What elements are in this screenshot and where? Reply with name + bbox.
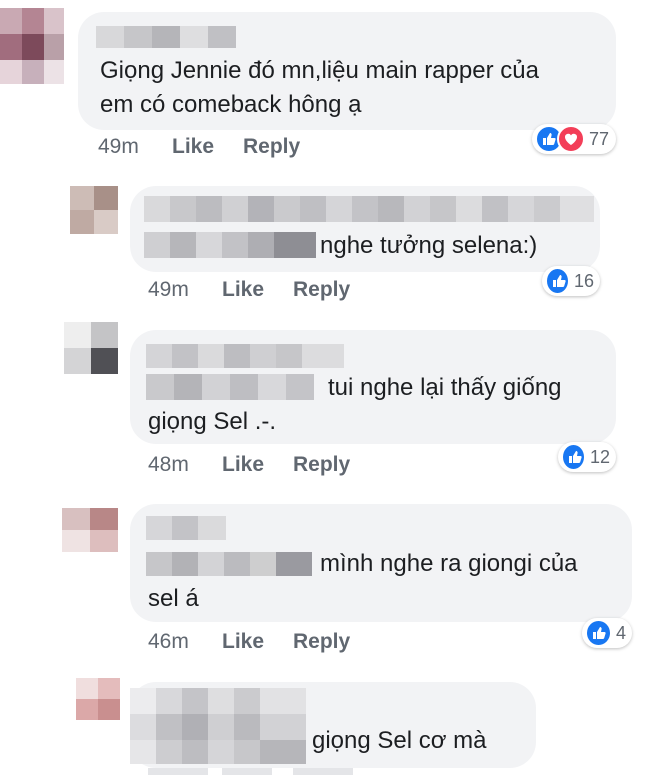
reaction-count: 4 <box>615 622 626 643</box>
reply-link[interactable]: Reply <box>243 135 300 159</box>
comment-text-line: nghe tưởng selena:) <box>320 232 538 259</box>
avatar[interactable] <box>76 678 120 720</box>
mentioned-name-redacted[interactable] <box>146 552 312 576</box>
mentioned-name-redacted[interactable] <box>144 232 316 258</box>
avatar[interactable] <box>62 508 118 552</box>
commenter-name-redacted[interactable] <box>146 516 226 540</box>
reaction-summary[interactable]: 16 <box>542 266 600 296</box>
like-link[interactable]: Like <box>222 630 264 654</box>
avatar[interactable] <box>64 322 118 374</box>
commenter-name-redacted[interactable] <box>144 196 594 222</box>
reaction-summary[interactable]: 77 <box>532 124 616 154</box>
comment-text-line: sel á <box>148 585 199 612</box>
comment-text-line: giọng Sel .-. <box>148 408 277 435</box>
commenter-name-redacted[interactable] <box>130 688 306 764</box>
reaction-summary[interactable]: 4 <box>582 618 632 648</box>
comment-time[interactable]: 46m <box>148 630 189 654</box>
like-link[interactable]: Like <box>222 453 264 477</box>
like-link[interactable]: Like <box>222 278 264 302</box>
comment-text-line: tui nghe lại thấy giống <box>328 374 562 401</box>
comment-time[interactable]: 49m <box>148 278 189 302</box>
comment-text-line: mình nghe ra giongi của <box>320 550 578 577</box>
comment-actions: 46m Like Reply <box>0 630 660 656</box>
mentioned-name-redacted[interactable] <box>146 374 314 400</box>
comment-actions-partial <box>0 768 660 775</box>
comment-text-line: Giọng Jennie đó mn,liệu main rapper của <box>100 57 539 84</box>
comment-time[interactable]: 48m <box>148 453 189 477</box>
commenter-name-redacted[interactable] <box>146 344 344 368</box>
like-link[interactable]: Like <box>172 135 214 159</box>
reply-link[interactable]: Reply <box>293 630 350 654</box>
avatar[interactable] <box>0 8 64 84</box>
avatar[interactable] <box>70 186 118 234</box>
commenter-name-redacted[interactable] <box>96 26 236 48</box>
comment-time[interactable]: 49m <box>98 135 139 159</box>
love-icon <box>557 125 585 153</box>
reaction-count: 16 <box>573 270 594 291</box>
like-icon <box>545 267 570 295</box>
comment-text-line: em có comeback hông ạ <box>100 91 362 118</box>
reply-link[interactable]: Reply <box>293 278 350 302</box>
reaction-summary[interactable]: 12 <box>558 442 616 472</box>
reaction-count: 12 <box>589 446 610 467</box>
comment-text-line: giọng Sel cơ mà <box>312 727 487 754</box>
like-icon <box>585 619 612 647</box>
reaction-count: 77 <box>589 128 610 149</box>
like-icon <box>561 443 586 471</box>
reply-link[interactable]: Reply <box>293 453 350 477</box>
